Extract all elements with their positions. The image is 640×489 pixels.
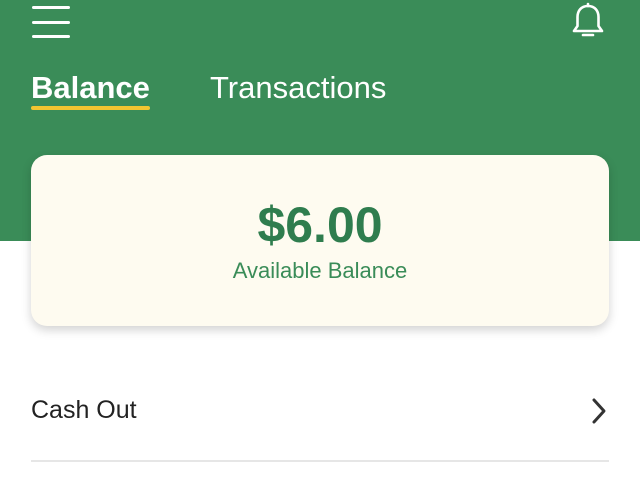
menu-icon-line [32, 35, 70, 38]
chevron-right-icon [592, 398, 606, 424]
notifications-button[interactable] [568, 2, 608, 42]
tab-transactions-label: Transactions [210, 70, 387, 105]
balance-label: Available Balance [232, 258, 408, 283]
cash-out-row[interactable]: Cash Out [31, 368, 609, 462]
active-tab-indicator [31, 106, 150, 110]
cash-out-label: Cash Out [31, 396, 137, 424]
menu-button[interactable] [30, 6, 72, 38]
menu-icon-line [32, 20, 70, 24]
tab-balance-label: Balance [31, 70, 150, 105]
tab-balance[interactable]: Balance [31, 66, 150, 114]
tab-transactions[interactable]: Transactions [210, 66, 386, 114]
balance-amount: $6.00 [257, 197, 383, 253]
balance-card: $6.00 Available Balance [31, 155, 609, 326]
bell-icon [572, 2, 604, 37]
menu-icon-line [32, 6, 70, 9]
